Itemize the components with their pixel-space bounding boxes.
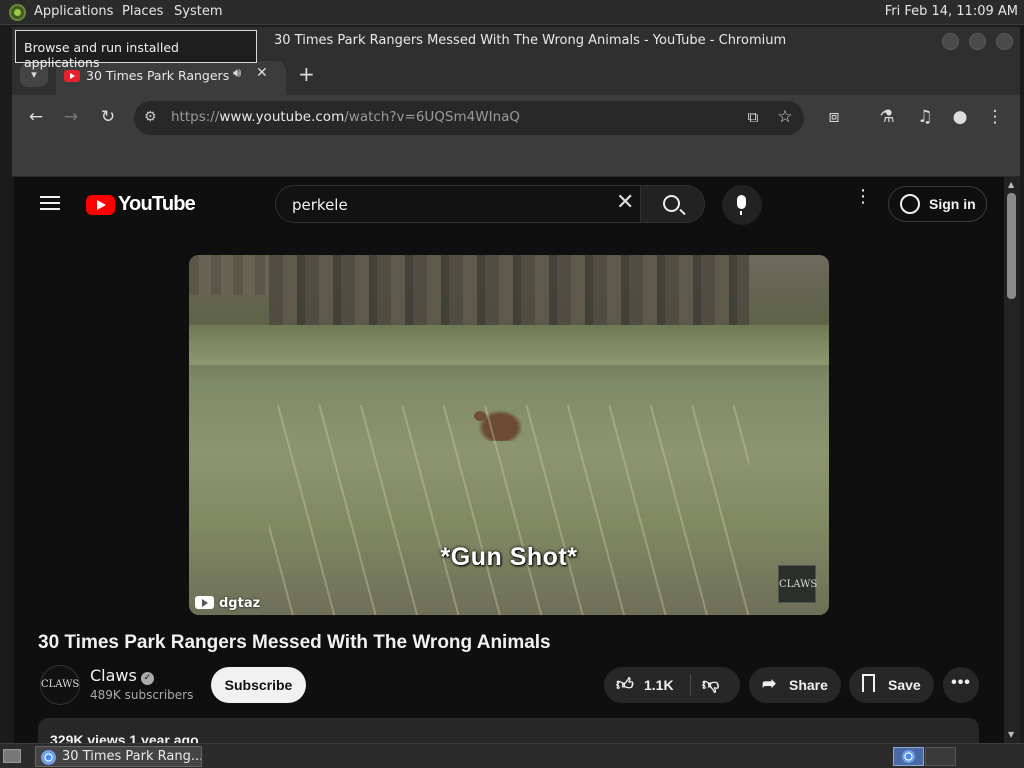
url-prefix: https:// <box>171 109 220 125</box>
voice-search-button[interactable] <box>722 185 762 225</box>
applications-menu[interactable]: Applications <box>34 4 113 19</box>
save-button[interactable]: Save <box>849 667 934 703</box>
scroll-up-arrow[interactable]: ▲ <box>1008 180 1014 189</box>
audio-icon[interactable]: 🔊︎ <box>233 66 241 81</box>
maximize-button[interactable] <box>969 33 986 50</box>
subscriber-count: 489K subscribers <box>90 688 194 702</box>
search-icon <box>663 195 680 212</box>
channel-avatar[interactable]: CLAWS <box>40 665 80 705</box>
scroll-down-arrow[interactable]: ▼ <box>1008 730 1014 739</box>
tab-title: 30 Times Park Rangers Messed With The Wr… <box>86 68 231 83</box>
forward-arrow-icon[interactable]: → <box>60 107 82 127</box>
workspace-1[interactable] <box>893 747 924 766</box>
show-desktop-button[interactable] <box>3 749 21 763</box>
video-grass <box>189 325 829 365</box>
dislike-icon[interactable]: 👎︎ <box>702 674 719 695</box>
taskbar-window-label: 30 Times Park Rang... <box>62 749 202 764</box>
clear-search-icon[interactable]: ✕ <box>616 192 634 214</box>
bottom-taskbar: 30 Times Park Rang... <box>0 743 1024 768</box>
reload-icon[interactable]: ↻ <box>97 107 119 127</box>
chromium-icon <box>41 750 56 765</box>
like-divider <box>690 674 691 696</box>
video-grass-stalks <box>269 405 749 615</box>
sign-in-label: Sign in <box>929 196 976 212</box>
media-controls-icon[interactable]: ♫ <box>914 107 936 127</box>
taskbar-chromium-window[interactable]: 30 Times Park Rang... <box>35 746 202 767</box>
browser-toolbar: ← → ↻ ⚙ https://www.youtube.com/watch?v=… <box>12 95 1020 141</box>
watermark-text: dgtaz <box>219 596 261 611</box>
page-scrollbar[interactable]: ▲ ▼ <box>1004 177 1020 743</box>
share-button[interactable]: ➦ Share <box>749 667 841 703</box>
verified-icon: ✓ <box>140 672 154 685</box>
like-dislike-group: 👍︎ 1.1K 👎︎ <box>604 667 740 703</box>
like-icon[interactable]: 👍︎ <box>616 674 634 695</box>
video-watermark: dgtaz <box>195 596 260 611</box>
close-window-button[interactable] <box>996 33 1013 50</box>
back-arrow-icon[interactable]: ← <box>25 107 47 127</box>
kebab-menu-icon[interactable]: ⋮ <box>984 107 1006 127</box>
video-trees <box>189 255 269 295</box>
description-box[interactable]: 329K views 1 year ago <box>38 718 979 743</box>
channel-name[interactable]: Claws ✓ <box>90 666 154 685</box>
clock[interactable]: Fri Feb 14, 11:09 AM <box>885 4 1018 19</box>
share-label: Share <box>789 677 828 693</box>
profile-icon[interactable]: ● <box>949 107 971 127</box>
address-bar[interactable]: ⚙ https://www.youtube.com/watch?v=6UQSm4… <box>134 101 804 135</box>
toolbar-extension <box>12 141 1020 177</box>
account-icon <box>900 194 920 214</box>
scroll-thumb[interactable] <box>1007 193 1016 299</box>
video-fence <box>269 255 749 335</box>
more-actions-button[interactable]: ••• <box>943 667 979 703</box>
settings-kebab-icon[interactable]: ⋮ <box>854 188 872 206</box>
url-host: www.youtube.com <box>219 109 345 125</box>
channel-name-text: Claws <box>90 666 137 685</box>
search-query: perkele <box>292 196 348 214</box>
youtube-watermark-icon <box>195 596 214 609</box>
search-button[interactable] <box>641 185 705 223</box>
youtube-logo-icon <box>86 195 115 215</box>
url-text[interactable]: https://www.youtube.com/watch?v=6UQSm4WI… <box>171 109 520 125</box>
video-caption: *Gun Shot* <box>440 543 578 571</box>
applications-logo-icon[interactable] <box>9 4 26 21</box>
applications-tooltip: Browse and run installed applications <box>15 30 257 70</box>
save-icon <box>862 674 875 692</box>
microphone-icon <box>737 195 746 215</box>
youtube-page: YouTube perkele ✕ ⋮ Sign in *Gun Shot* d… <box>14 177 1004 743</box>
like-count[interactable]: 1.1K <box>644 677 674 693</box>
extensions-icon[interactable]: ⧈ <box>823 107 845 127</box>
install-app-icon[interactable]: ⧉ <box>742 108 764 126</box>
minimize-button[interactable] <box>942 33 959 50</box>
url-path: /watch?v=6UQSm4WInaQ <box>344 109 521 125</box>
subscribe-button[interactable]: Subscribe <box>211 667 306 703</box>
star-icon[interactable]: ☆ <box>774 107 796 127</box>
hamburger-icon[interactable] <box>40 196 60 210</box>
views-and-date: 329K views 1 year ago <box>50 732 199 743</box>
places-menu[interactable]: Places <box>122 4 163 19</box>
save-label: Save <box>888 677 921 693</box>
video-title: 30 Times Park Rangers Messed With The Wr… <box>38 632 551 653</box>
sign-in-button[interactable]: Sign in <box>888 186 987 222</box>
youtube-wordmark: YouTube <box>118 193 196 215</box>
system-menu[interactable]: System <box>174 4 222 19</box>
site-info-icon[interactable]: ⚙ <box>144 109 157 125</box>
close-icon[interactable]: ✕ <box>256 65 268 81</box>
video-player[interactable]: *Gun Shot* dgtaz CLAWS <box>189 255 829 615</box>
search-input[interactable]: perkele ✕ <box>275 185 641 223</box>
youtube-favicon-icon <box>64 70 80 82</box>
plus-icon[interactable]: + <box>298 62 315 86</box>
labs-icon[interactable]: ⚗ <box>876 107 898 127</box>
channel-watermark-logo[interactable]: CLAWS <box>778 565 817 603</box>
top-panel: Applications Places System Fri Feb 14, 1… <box>0 0 1024 25</box>
share-icon: ➦ <box>762 674 777 693</box>
workspace-2[interactable] <box>925 747 956 766</box>
window-title: 30 Times Park Rangers Messed With The Wr… <box>274 33 787 48</box>
